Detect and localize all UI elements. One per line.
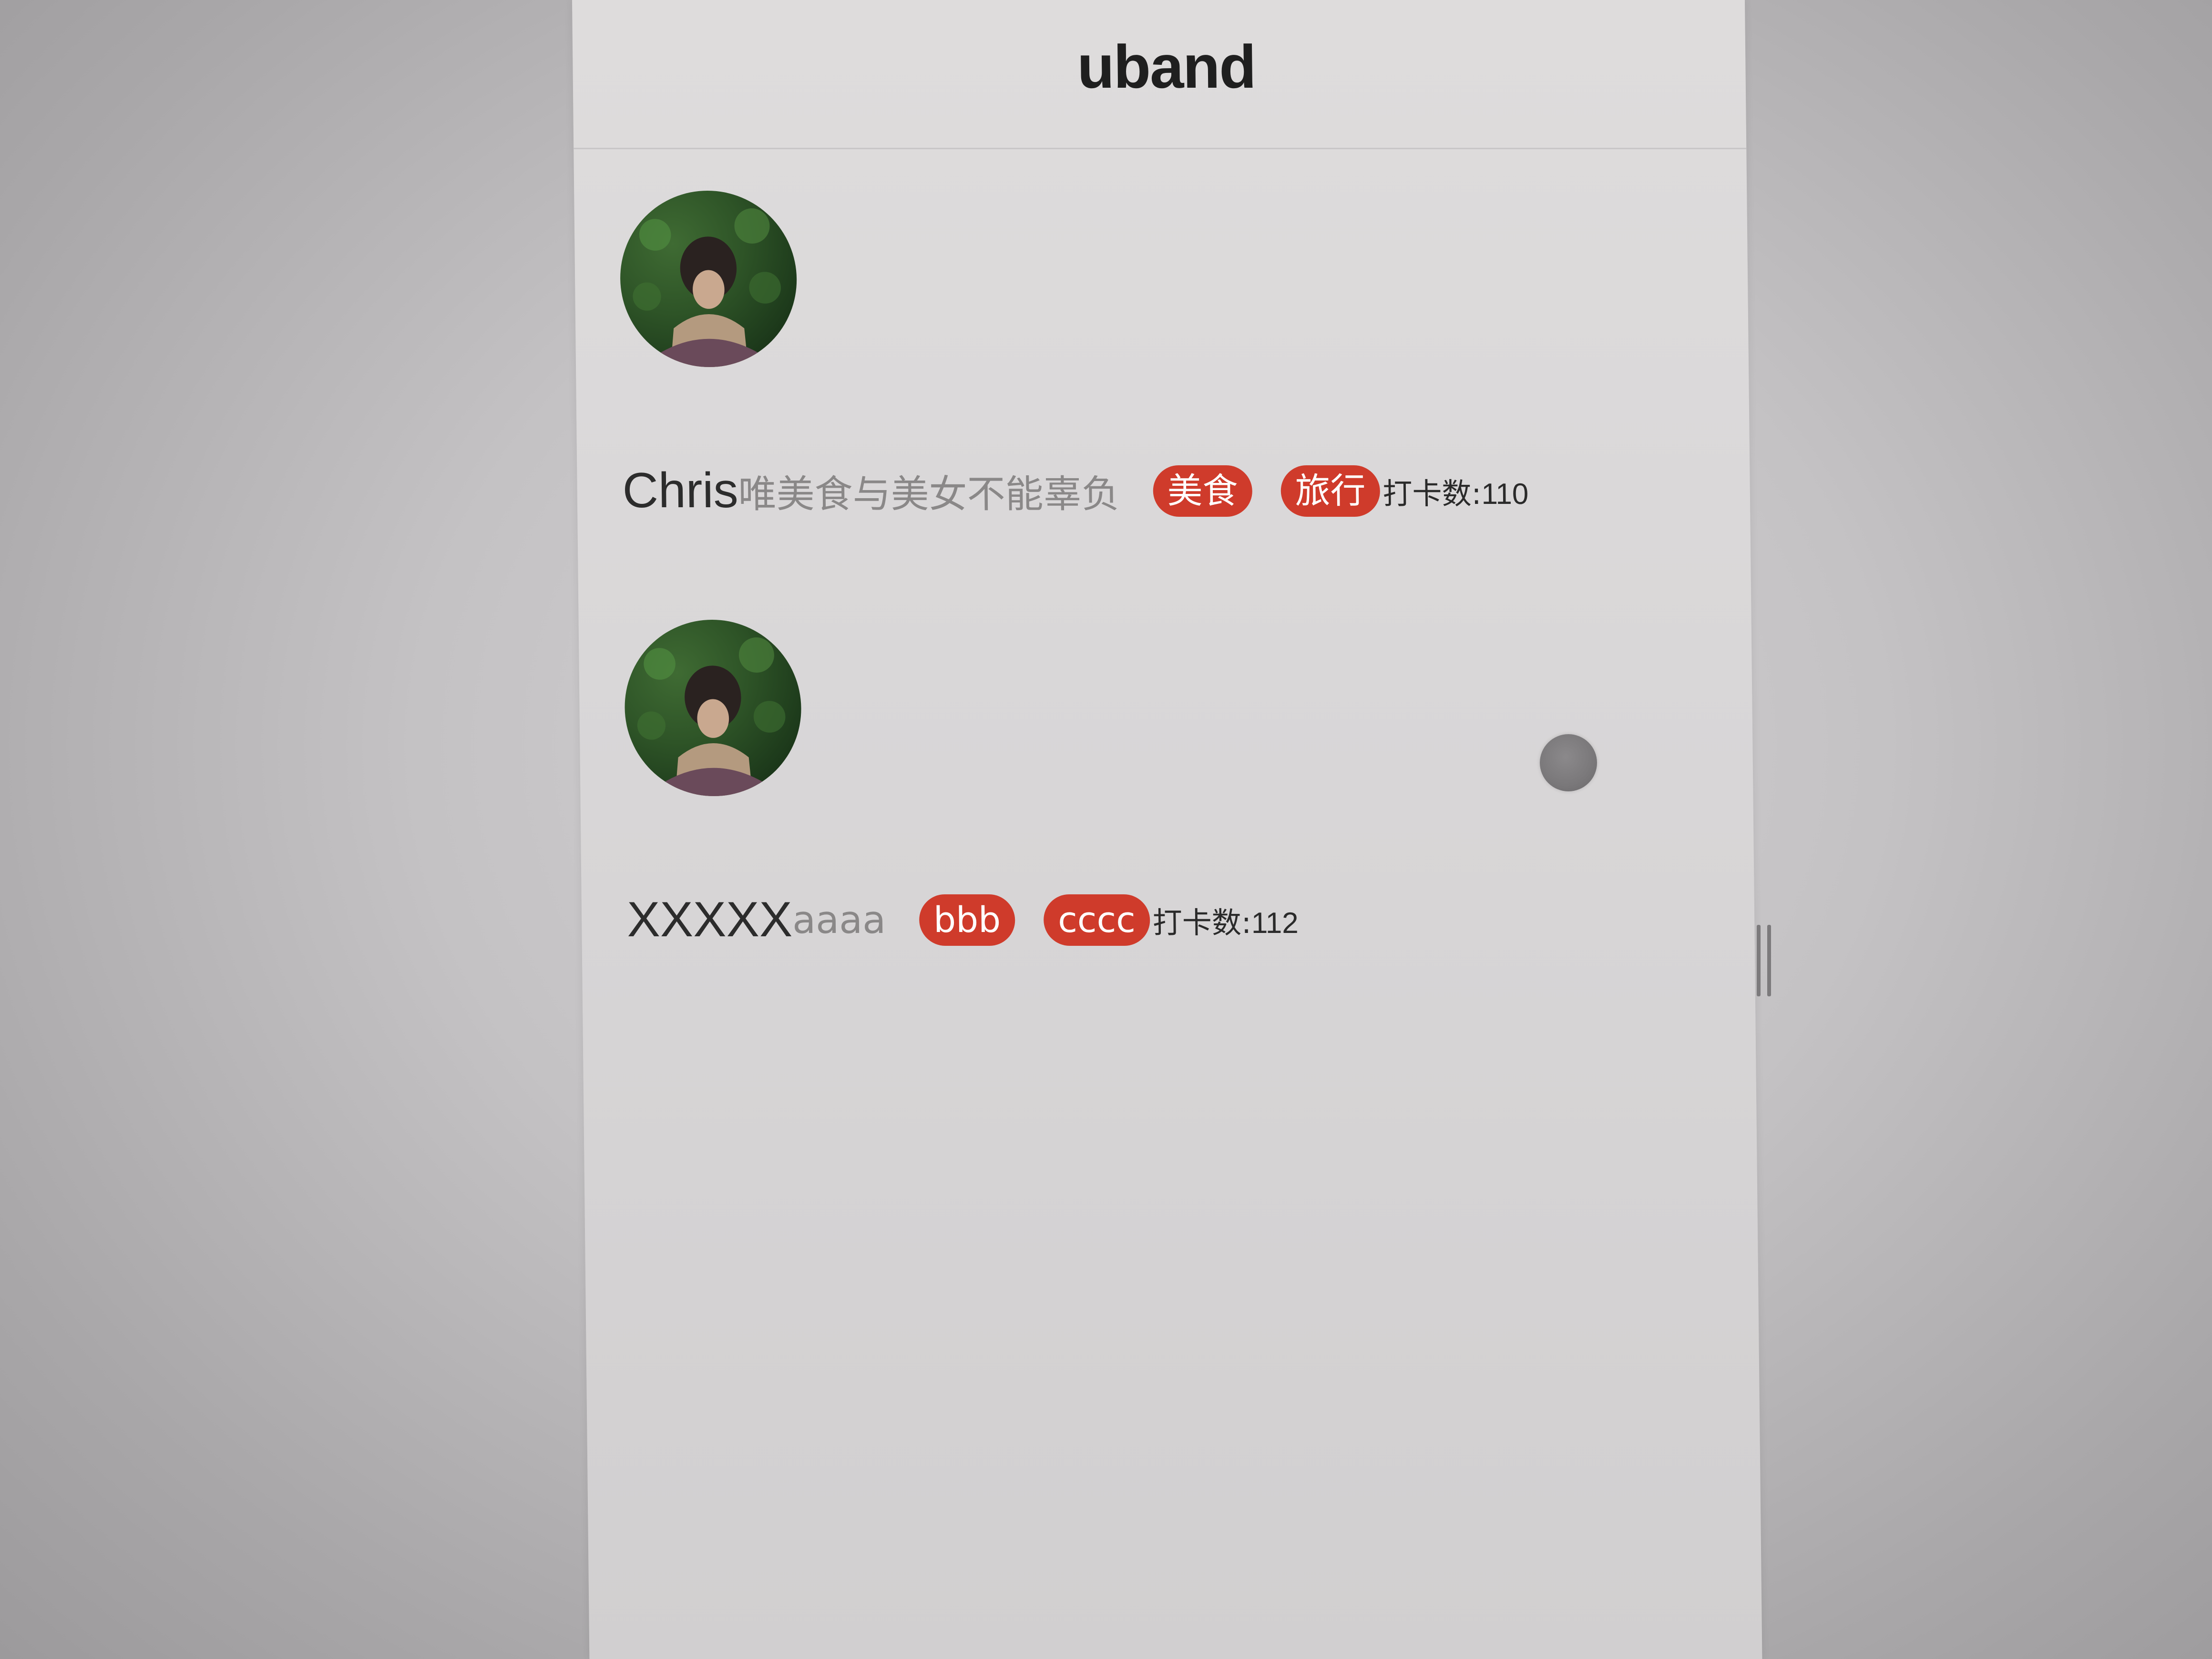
user-list: Chris 唯美食与美女不能辜负 美食 旅行 打卡数:110 XXXXX aaa… — [619, 191, 1725, 1049]
checkin-count: 打卡数:110 — [1382, 470, 1529, 512]
list-item[interactable]: Chris 唯美食与美女不能辜负 美食 旅行 打卡数:110 — [619, 191, 1720, 620]
tag-badge[interactable]: cccc — [1043, 894, 1150, 946]
checkin-count-value: 112 — [1251, 906, 1299, 940]
avatar[interactable] — [624, 620, 802, 796]
checkin-count-label: 打卡数: — [1382, 476, 1482, 511]
user-info-row: XXXXX aaaa bbb cccc 打卡数:112 — [627, 891, 1299, 948]
user-info-row: Chris 唯美食与美女不能辜负 美食 旅行 打卡数:110 — [622, 462, 1529, 519]
app-header: uband — [572, 0, 1747, 149]
list-item[interactable]: XXXXX aaaa bbb cccc 打卡数:112 — [624, 620, 1725, 1049]
checkin-count-value: 110 — [1481, 477, 1529, 511]
avatar-photo-icon — [637, 637, 786, 796]
tag-badge[interactable]: bbb — [919, 894, 1015, 946]
user-bio: 唯美食与美女不能辜负 — [738, 471, 1120, 516]
scroll-handle-bar — [1757, 925, 1761, 996]
tag-badge[interactable]: 旅行 — [1280, 465, 1381, 517]
floating-dot-icon[interactable] — [1540, 734, 1597, 791]
scroll-handle-icon[interactable] — [1757, 925, 1771, 996]
checkin-count: 打卡数:112 — [1152, 899, 1299, 942]
avatar[interactable] — [619, 191, 798, 367]
scroll-handle-bar — [1767, 925, 1771, 996]
tag-badge[interactable]: 美食 — [1152, 465, 1253, 517]
avatar-photo-icon — [633, 208, 781, 367]
uband-logo: uband — [1076, 32, 1256, 101]
checkin-count-label: 打卡数: — [1152, 905, 1252, 940]
user-name: Chris — [622, 463, 739, 518]
app-panel: uband Chris 唯美食与美女不能辜负 美食 旅行 打卡数:110 XXX… — [572, 0, 1762, 1659]
user-bio: aaaa — [792, 898, 886, 942]
user-name: XXXXX — [626, 892, 793, 947]
